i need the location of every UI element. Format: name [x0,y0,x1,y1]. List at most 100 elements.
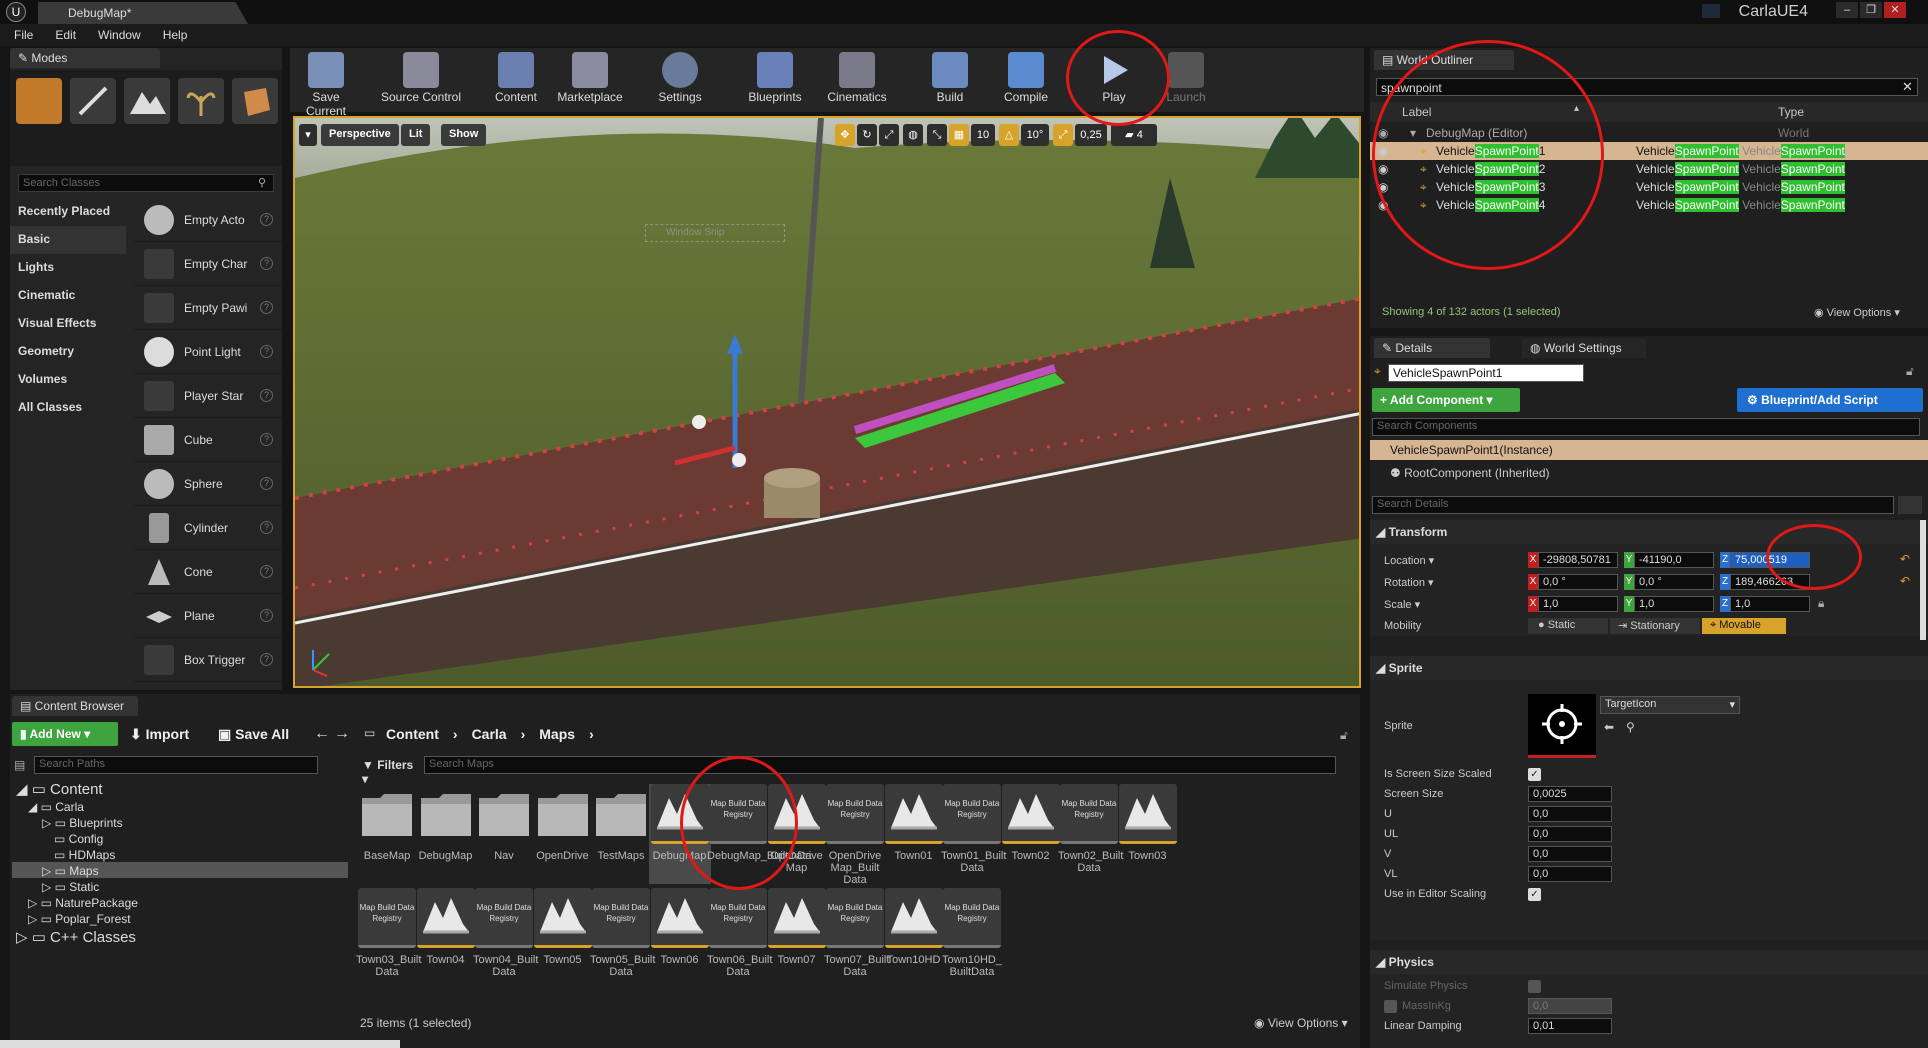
marketplace-button[interactable]: Marketplace [552,48,628,112]
reset-to-default-icon[interactable]: ↶ [1900,552,1910,566]
content-view-options[interactable]: ◉ View Options ▾ [1254,1016,1348,1030]
landscape-mode-icon[interactable] [124,78,170,124]
asset-item[interactable]: Town06 [649,888,711,988]
world-space-icon[interactable]: ◍ [903,124,923,146]
column-label[interactable]: Label [1402,105,1431,119]
rotation-z-field[interactable]: 189,466263 [1730,574,1810,590]
modes-tab[interactable]: ✎ Modes [10,48,160,68]
root-component-row[interactable]: ⚉ RootComponent (Inherited) [1390,466,1550,480]
asset-item[interactable]: DebugMap [648,784,711,884]
asset-item[interactable]: Town04 [415,888,477,988]
tree-content[interactable]: ◢ ▭ Content [16,780,103,798]
document-tab[interactable]: DebugMap* [38,2,248,24]
mass-field[interactable]: 0,0 [1528,998,1612,1014]
tree-maps[interactable]: ▷ ▭ Maps [42,864,99,878]
grid-snap-value[interactable]: 10 [971,124,995,146]
visibility-eye-icon[interactable]: ◉ [1378,144,1388,158]
scale-label[interactable]: Scale ▾ [1384,598,1420,611]
help-icon[interactable]: ? [260,565,273,578]
category-geometry[interactable]: Geometry [10,338,126,366]
class-item-point-light[interactable]: Point Light? [134,330,282,374]
clear-search-icon[interactable]: ✕ [1902,79,1913,95]
asset-item[interactable]: OpenDrive [532,784,594,884]
menu-file[interactable]: File [14,28,33,42]
rotation-y-field[interactable]: 0,0 ° [1634,574,1714,590]
asset-item[interactable]: Map Build Data Registry Town04_Built Data [473,888,538,988]
tree-hdmaps[interactable]: ▭ HDMaps [54,848,115,862]
show-button[interactable]: Show [441,124,487,146]
source-control-icon[interactable] [1702,4,1720,18]
help-icon[interactable]: ? [260,477,273,490]
help-icon[interactable]: ? [260,345,273,358]
scale-snap-icon[interactable]: ⤢ [1053,124,1073,146]
outliner-view-options[interactable]: ◉ View Options ▾ [1814,306,1900,319]
asset-item[interactable]: Town10HD [883,888,945,988]
mobility-static-button[interactable]: ● Static [1528,618,1608,634]
outliner-row[interactable]: ◉ ⌖ VehicleSpawnPoint4 VehicleSpawnPoint Ve… [1370,196,1928,214]
asset-item[interactable]: OpenDrive Map [766,784,828,884]
menu-help[interactable]: Help [163,28,188,42]
asset-item[interactable]: Town05 [532,888,594,988]
visibility-eye-icon[interactable]: ◉ [1378,162,1388,176]
breadcrumb-maps[interactable]: Maps [539,726,575,742]
class-item-empty-pawn[interactable]: Empty Pawi? [134,286,282,330]
u-field[interactable]: 0,0 [1528,806,1612,822]
class-item-player-start[interactable]: Player Star? [134,374,282,418]
v-field[interactable]: 0,0 [1528,846,1612,862]
rotation-snap-icon[interactable]: △ [999,124,1019,146]
cinematics-button[interactable]: Cinematics [820,48,894,112]
vl-field[interactable]: 0,0 [1528,866,1612,882]
geometry-mode-icon[interactable] [232,78,278,124]
help-icon[interactable]: ? [260,521,273,534]
help-icon[interactable]: ? [260,609,273,622]
outliner-row[interactable]: ◉ ⌖ VehicleSpawnPoint3 VehicleSpawnPoint Ve… [1370,178,1928,196]
class-item-cube[interactable]: Cube? [134,418,282,462]
menu-edit[interactable]: Edit [55,28,76,42]
tree-config[interactable]: ▭ Config [54,832,103,846]
asset-item[interactable]: Town03 [1117,784,1179,884]
mobility-movable-button[interactable]: ⌖ Movable [1702,618,1786,634]
category-volumes[interactable]: Volumes [10,366,126,394]
tree-naturepackage[interactable]: ▷ ▭ NaturePackage [28,896,138,910]
minimize-icon[interactable]: – [1836,2,1858,18]
category-visual-effects[interactable]: Visual Effects [10,310,126,338]
asset-item[interactable]: Town01 [883,784,945,884]
filters-button[interactable]: ▼ Filters ▾ [358,756,426,786]
help-icon[interactable]: ? [260,301,273,314]
help-icon[interactable]: ? [260,389,273,402]
tree-poplar-forest[interactable]: ▷ ▭ Poplar_Forest [28,912,131,926]
compile-button[interactable]: Compile [996,48,1056,112]
asset-item[interactable]: Map Build Data Registry Town10HD_ BuiltDa… [941,888,1003,988]
lock-icon[interactable]: 🔓︎ [1906,364,1914,379]
search-paths-input[interactable]: Search Paths [34,756,318,774]
mobility-stationary-button[interactable]: ⇥ Stationary [1610,618,1700,634]
category-lights[interactable]: Lights [10,254,126,282]
transform-section-header[interactable]: ◢ Transform [1370,520,1928,544]
rotation-label[interactable]: Rotation ▾ [1384,576,1434,589]
surface-snap-icon[interactable]: ⤡ [927,124,947,146]
launch-button[interactable]: Launch [1156,48,1216,112]
simulate-physics-checkbox[interactable] [1528,980,1541,993]
paint-mode-icon[interactable] [70,78,116,124]
save-current-button[interactable]: Save Current [294,48,358,118]
viewport-options-icon[interactable]: ▾ [299,124,317,146]
asset-item[interactable]: BaseMap [356,784,418,884]
category-recently-placed[interactable]: Recently Placed [10,198,126,226]
location-y-field[interactable]: -41190,0 [1634,552,1714,568]
search-details-input[interactable]: Search Details [1372,496,1894,514]
visibility-eye-icon[interactable]: ◉ [1378,126,1388,140]
menu-window[interactable]: Window [98,28,141,42]
visibility-eye-icon[interactable]: ◉ [1378,198,1388,212]
lock-scale-icon[interactable]: 🔒︎ [1818,596,1824,611]
ul-field[interactable]: 0,0 [1528,826,1612,842]
editor-scaling-checkbox[interactable]: ✓ [1528,888,1541,901]
outliner-row[interactable]: ◉ ⌖ VehicleSpawnPoint1 VehicleSpawnPoint Ve… [1370,142,1928,160]
camera-speed[interactable]: ▰ 4 [1111,124,1157,146]
rotate-icon[interactable]: ↻ [857,124,877,146]
help-icon[interactable]: ? [260,213,273,226]
class-item-box-trigger[interactable]: Box Trigger? [134,638,282,682]
blueprints-button[interactable]: Blueprints [740,48,810,112]
perspective-button[interactable]: Perspective [321,124,399,146]
source-control-button[interactable]: Source Control [378,48,464,112]
browse-search-icon[interactable]: ⚲ [1626,720,1635,734]
